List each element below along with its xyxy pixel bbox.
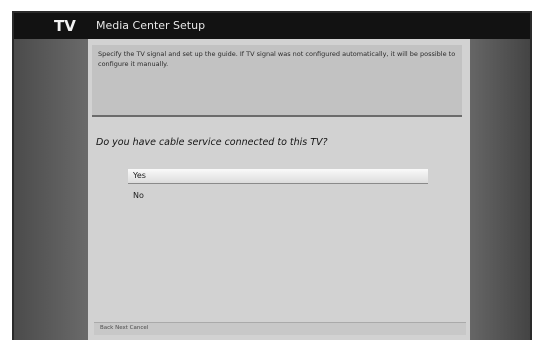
question-text: Do you have cable service connected to t…: [96, 137, 328, 148]
description-box: Specify the TV signal and set up the gui…: [92, 45, 462, 117]
option-yes-label: Yes: [133, 171, 146, 180]
option-no[interactable]: No: [128, 189, 428, 203]
title-bar: TV Media Center Setup: [14, 13, 530, 39]
tv-setup-window: TV Media Center Setup Specify the TV sig…: [12, 11, 532, 340]
left-sidebar: [14, 39, 88, 340]
setup-panel: Specify the TV signal and set up the gui…: [88, 39, 470, 340]
dialog-title: Media Center Setup: [96, 19, 206, 32]
footer-text: Back Next Cancel: [100, 325, 149, 331]
footer-bar: Back Next Cancel: [94, 322, 466, 335]
right-sidebar: [470, 39, 530, 340]
option-no-label: No: [133, 191, 144, 200]
description-text: Specify the TV signal and set up the gui…: [98, 50, 456, 68]
option-yes[interactable]: Yes: [128, 169, 428, 184]
tv-logo-icon: TV: [54, 17, 76, 35]
